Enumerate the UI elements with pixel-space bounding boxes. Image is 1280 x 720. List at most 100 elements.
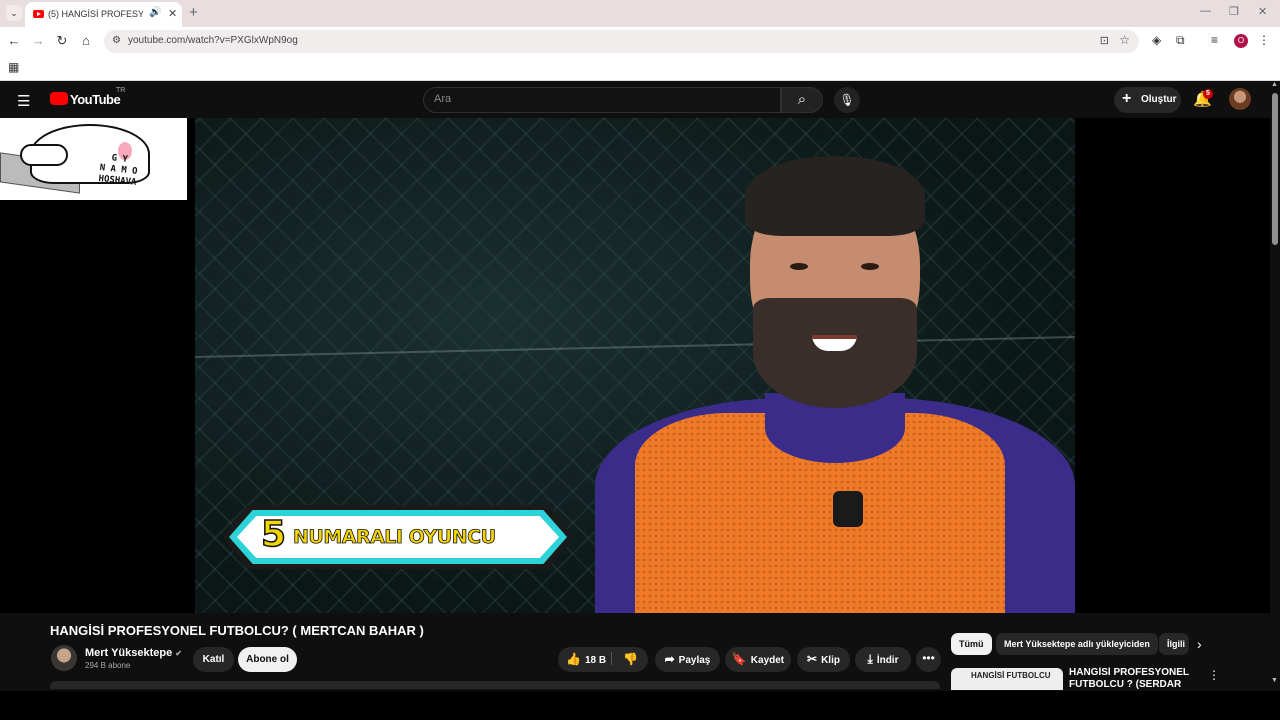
- url-text[interactable]: youtube.com/watch?v=PXGlxWpN9og: [128, 35, 298, 46]
- bookmarks-bar: ▦: [0, 56, 1280, 81]
- like-divider: [611, 652, 612, 665]
- omnibox[interactable]: ⚙ youtube.com/watch?v=PXGlxWpN9og ⊡ ☆: [104, 30, 1139, 53]
- chip-all[interactable]: Tümü: [951, 633, 992, 655]
- home-icon[interactable]: ⌂: [78, 33, 94, 48]
- tab-title: (5) HANGİSİ PROFESYONEL FU: [48, 9, 143, 19]
- banner-text: NUMARALI OYUNCU: [293, 526, 497, 549]
- scissors-icon: ✂: [807, 652, 818, 666]
- speaker-icon[interactable]: 🔊: [149, 7, 161, 18]
- notification-badge: 5: [1203, 89, 1213, 99]
- more-horizontal-icon: •••: [922, 651, 935, 665]
- chip-related[interactable]: İlgili: [1159, 633, 1189, 655]
- extension-shield-icon[interactable]: ◈: [1152, 33, 1161, 47]
- chevron-right-icon[interactable]: ›: [1197, 636, 1202, 652]
- media-control-icon[interactable]: ≡: [1211, 33, 1218, 47]
- address-toolbar: ← → ↻ ⌂ ⚙ youtube.com/watch?v=PXGlxWpN9o…: [0, 27, 1280, 56]
- youtube-page: ☰ YouTube TR ⌕ 🎙 + Oluştur 🔔 5: [0, 81, 1280, 720]
- youtube-play-icon: [50, 92, 68, 105]
- search-input[interactable]: [434, 93, 764, 105]
- arrow-left-icon[interactable]: ←: [6, 33, 22, 48]
- restore-icon[interactable]: ❐: [1229, 5, 1239, 18]
- youtube-header: ☰ YouTube TR ⌕ 🎙 + Oluştur 🔔 5: [0, 81, 1270, 118]
- banner-number: 5: [260, 513, 287, 556]
- video-title: HANGİSİ PROFESYONEL FUTBOLCU? ( MERTCAN …: [50, 623, 424, 638]
- plus-icon: +: [1122, 90, 1132, 107]
- profile-avatar[interactable]: O: [1234, 34, 1248, 48]
- kebab-menu-icon[interactable]: ⋮: [1208, 668, 1220, 682]
- player-number-banner: 5 NUMARALI OYUNCU: [223, 505, 573, 569]
- reload-icon[interactable]: ↻: [54, 33, 70, 49]
- country-code: TR: [116, 87, 126, 94]
- recommended-thumbnail[interactable]: HANGİSİ FUTBOLCU: [951, 668, 1063, 690]
- scroll-down-icon[interactable]: ▼: [1271, 677, 1278, 684]
- beard: [753, 298, 917, 408]
- chip-from-uploader[interactable]: Mert Yüksektepe adlı yükleyiciden: [996, 633, 1158, 655]
- puzzle-icon[interactable]: ⧉: [1176, 33, 1185, 48]
- sticker-paw: [20, 144, 68, 166]
- channel-name-row[interactable]: Mert Yüksektepe ✔: [85, 647, 182, 659]
- plus-icon[interactable]: +: [189, 4, 198, 21]
- kebab-menu-icon[interactable]: ⋮: [1258, 33, 1270, 47]
- download-label: İndir: [876, 655, 899, 666]
- create-label: Oluştur: [1141, 94, 1177, 105]
- page-scrollbar[interactable]: ▲ ▼: [1270, 81, 1280, 691]
- apps-grid-icon[interactable]: ▦: [8, 60, 19, 74]
- minimize-icon[interactable]: —: [1200, 5, 1211, 17]
- browser-tab-strip: ⌄ (5) HANGİSİ PROFESYONEL FU 🔊 ✕ + — ❐ ✕: [0, 0, 1280, 27]
- hamburger-menu-icon[interactable]: ☰: [17, 92, 30, 110]
- like-dislike-group: 👍 18 B 👎: [558, 647, 648, 672]
- download-button[interactable]: ⤓ İndir: [855, 647, 911, 672]
- bottom-area: [0, 691, 1280, 720]
- cat-sticker-overlay: G Y N A M O HOSHAVA: [0, 118, 187, 200]
- close-icon[interactable]: ✕: [168, 7, 177, 20]
- bookmark-icon: 🔖: [731, 652, 747, 666]
- share-label: Paylaş: [678, 655, 711, 666]
- verified-check-icon: ✔: [175, 649, 182, 658]
- search-icon: ⌕: [797, 91, 807, 108]
- star-icon[interactable]: ☆: [1119, 33, 1130, 47]
- channel-name[interactable]: Mert Yüksektepe: [85, 647, 172, 659]
- description-box[interactable]: [50, 681, 940, 689]
- install-app-icon[interactable]: ⊡: [1100, 34, 1109, 47]
- video-frame[interactable]: 5 NUMARALI OYUNCU: [195, 118, 1075, 613]
- account-avatar[interactable]: [1229, 88, 1251, 110]
- clip-label: Klip: [821, 655, 840, 666]
- lapel-mic: [833, 491, 863, 527]
- microphone-button[interactable]: 🎙: [834, 87, 860, 113]
- arrow-right-icon[interactable]: →: [30, 33, 46, 48]
- channel-avatar[interactable]: [51, 645, 77, 671]
- hair: [745, 156, 925, 236]
- subscribe-button[interactable]: Abone ol: [238, 647, 297, 672]
- thumbnail-text: HANGİSİ FUTBOLCU: [971, 671, 1051, 680]
- scroll-up-icon[interactable]: ▲: [1271, 81, 1278, 88]
- browser-tab-active[interactable]: (5) HANGİSİ PROFESYONEL FU 🔊 ✕: [25, 2, 182, 27]
- search-box[interactable]: [423, 87, 781, 113]
- video-person: [575, 148, 1075, 613]
- save-label: Kaydet: [750, 655, 785, 666]
- right-eye: [861, 263, 879, 270]
- thumbs-down-icon[interactable]: 👎: [623, 647, 638, 672]
- close-window-icon[interactable]: ✕: [1258, 5, 1267, 18]
- subscriber-count: 294 B abone: [85, 661, 131, 670]
- create-button[interactable]: + Oluştur: [1114, 87, 1181, 113]
- like-count[interactable]: 18 B: [585, 655, 606, 666]
- left-eye: [790, 263, 808, 270]
- youtube-favicon-icon: [33, 10, 44, 18]
- share-icon: ➦: [664, 652, 675, 666]
- more-actions-button[interactable]: •••: [916, 647, 941, 672]
- join-button[interactable]: Katıl: [193, 647, 234, 672]
- search-button[interactable]: ⌕: [781, 87, 823, 113]
- scrollbar-thumb[interactable]: [1272, 93, 1278, 245]
- video-player[interactable]: 5 NUMARALI OYUNCU G Y N A M O HOSHAVA: [0, 118, 1270, 613]
- clip-button[interactable]: ✂ Klip: [797, 647, 850, 672]
- site-info-icon[interactable]: ⚙: [112, 35, 121, 46]
- thumbs-up-icon[interactable]: 👍: [566, 652, 581, 666]
- microphone-icon: 🎙: [839, 93, 855, 107]
- chevron-down-icon[interactable]: ⌄: [6, 5, 22, 21]
- recommended-title[interactable]: HANGİSİ PROFESYONEL FUTBOLCU ? (SERDAR: [1069, 667, 1199, 689]
- share-button[interactable]: ➦ Paylaş: [655, 647, 720, 672]
- logo-text: YouTube: [70, 92, 121, 107]
- download-icon: ⤓: [867, 652, 873, 666]
- sticker-text: G Y N A M O HOSHAVA: [97, 153, 138, 188]
- save-button[interactable]: 🔖 Kaydet: [725, 647, 791, 672]
